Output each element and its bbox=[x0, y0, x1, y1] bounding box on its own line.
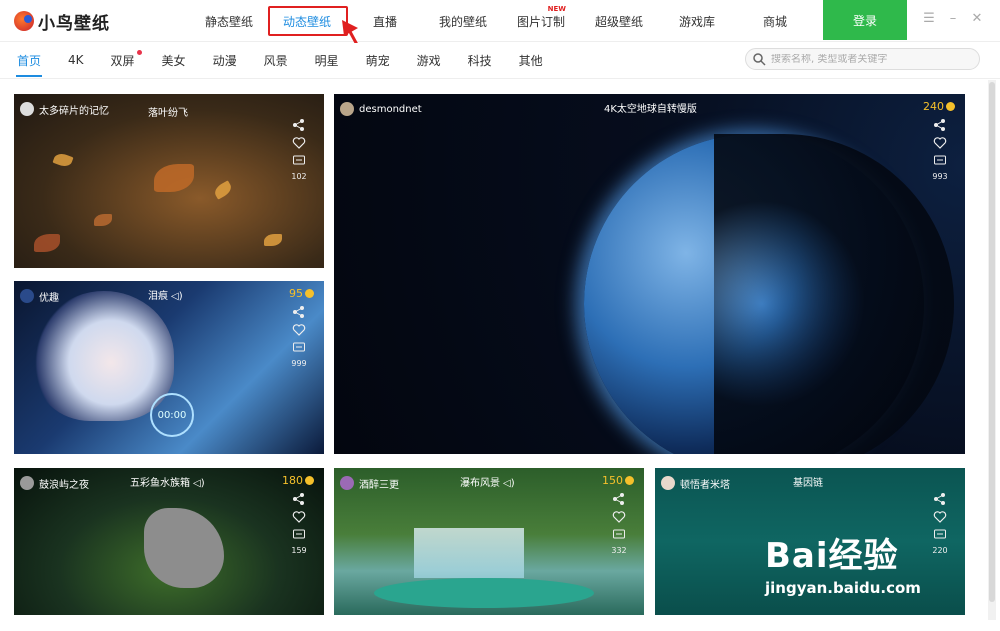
nav-item-custom-picture[interactable]: NEW 图片订制 bbox=[502, 0, 580, 42]
new-badge: NEW bbox=[547, 5, 566, 13]
comment-count: 993 bbox=[932, 172, 948, 181]
search-icon[interactable] bbox=[752, 52, 766, 66]
tab-beauty[interactable]: 美女 bbox=[151, 43, 197, 77]
bird-logo-icon bbox=[14, 11, 34, 31]
minimize-icon[interactable]: – bbox=[946, 12, 960, 26]
watermark-logo: Bai经验 bbox=[765, 536, 899, 576]
share-icon[interactable] bbox=[292, 305, 306, 319]
heart-icon[interactable] bbox=[933, 136, 947, 150]
avatar bbox=[661, 476, 675, 490]
sound-icon[interactable]: ◁) bbox=[171, 291, 183, 302]
tab-pets[interactable]: 萌宠 bbox=[355, 43, 401, 77]
card-title: 4K太空地球自转慢版 bbox=[604, 104, 697, 115]
watermark-url: jingyan.baidu.com bbox=[765, 579, 921, 597]
nav-item-game-library[interactable]: 游戏库 bbox=[658, 0, 736, 42]
card-title: 落叶纷飞 bbox=[148, 108, 188, 119]
avatar bbox=[20, 289, 34, 303]
tab-anime[interactable]: 动漫 bbox=[202, 43, 248, 77]
avatar bbox=[340, 102, 354, 116]
share-icon[interactable] bbox=[933, 118, 947, 132]
comment-count: 999 bbox=[291, 359, 307, 368]
comment-icon[interactable] bbox=[292, 528, 306, 542]
heart-icon[interactable] bbox=[292, 136, 306, 150]
category-tabs: 首页 4K 双屏 美女 动漫 风景 明星 萌宠 游戏 科技 其他 bbox=[6, 43, 559, 77]
nav-item-shop[interactable]: 商城 bbox=[736, 0, 814, 42]
search-box bbox=[745, 48, 980, 70]
coin-icon bbox=[305, 289, 314, 298]
comment-icon[interactable] bbox=[292, 341, 306, 355]
comment-icon[interactable] bbox=[612, 528, 626, 542]
wallpaper-card[interactable]: 鼓浪屿之夜 五彩鱼水族箱 ◁) 180 159 bbox=[14, 468, 324, 615]
scrollbar-thumb[interactable] bbox=[989, 82, 995, 602]
tab-tech[interactable]: 科技 bbox=[457, 43, 503, 77]
coin-price: 150 bbox=[602, 474, 634, 487]
avatar bbox=[20, 476, 34, 490]
share-icon[interactable] bbox=[292, 118, 306, 132]
app-logo[interactable]: 小鸟壁纸 bbox=[14, 10, 110, 34]
heart-icon[interactable] bbox=[612, 510, 626, 524]
waterfall-image bbox=[414, 528, 524, 578]
tab-scenery[interactable]: 风景 bbox=[253, 43, 299, 77]
top-bar: 小鸟壁纸 静态壁纸 动态壁纸 直播 我的壁纸 NEW 图片订制 超级壁纸 游戏库 … bbox=[0, 0, 1000, 42]
baidu-watermark: Bai经验 jingyan.baidu.com bbox=[765, 528, 965, 612]
tab-games[interactable]: 游戏 bbox=[406, 43, 452, 77]
new-dot bbox=[136, 50, 142, 55]
wallpaper-card[interactable]: 酒醉三更 瀑布风景 ◁) 150 332 bbox=[334, 468, 644, 615]
share-icon[interactable] bbox=[292, 492, 306, 506]
card-title: 基因链 bbox=[793, 478, 823, 489]
coin-price: 95 bbox=[289, 287, 314, 300]
nav-item-static-wallpaper[interactable]: 静态壁纸 bbox=[190, 0, 268, 42]
rock-image bbox=[144, 508, 224, 588]
comment-count: 159 bbox=[291, 546, 307, 555]
timer-overlay: 00:00 bbox=[150, 393, 194, 437]
comment-icon[interactable] bbox=[933, 154, 947, 168]
card-author: 顿悟者米塔 bbox=[680, 479, 730, 491]
heart-icon[interactable] bbox=[292, 510, 306, 524]
wallpaper-card[interactable]: desmondnet 4K太空地球自转慢版 240 993 bbox=[334, 94, 965, 454]
wallpaper-card[interactable]: 太多碎片的记忆 落叶纷飞 102 bbox=[14, 94, 324, 268]
card-title: 五彩鱼水族箱 bbox=[130, 478, 190, 489]
card-title: 瀑布风景 bbox=[460, 478, 500, 489]
share-icon[interactable] bbox=[933, 492, 947, 506]
close-icon[interactable]: ✕ bbox=[970, 12, 984, 26]
coin-icon bbox=[946, 102, 955, 111]
wallpaper-card[interactable]: 00:00 优趣 泪痕 ◁) 95 999 bbox=[14, 281, 324, 454]
comment-count: 332 bbox=[611, 546, 627, 555]
menu-icon[interactable]: ☰ bbox=[922, 12, 936, 26]
search-input[interactable] bbox=[771, 53, 971, 65]
avatar bbox=[20, 102, 34, 116]
nav-item-live-wallpaper[interactable]: 动态壁纸 bbox=[268, 0, 348, 42]
app-logo-text: 小鸟壁纸 bbox=[38, 13, 110, 34]
comment-icon[interactable] bbox=[292, 154, 306, 168]
main-nav: 静态壁纸 动态壁纸 直播 我的壁纸 NEW 图片订制 超级壁纸 游戏库 商城 bbox=[190, 0, 814, 42]
heart-icon[interactable] bbox=[292, 323, 306, 337]
nav-item-my-wallpaper[interactable]: 我的壁纸 bbox=[424, 0, 502, 42]
card-title: 泪痕 bbox=[148, 291, 168, 302]
tab-4k[interactable]: 4K bbox=[57, 43, 95, 77]
login-button[interactable]: 登录 bbox=[823, 0, 907, 40]
scrollbar[interactable] bbox=[988, 80, 996, 620]
coin-price: 240 bbox=[923, 100, 955, 113]
heart-icon[interactable] bbox=[933, 510, 947, 524]
tab-home[interactable]: 首页 bbox=[6, 43, 52, 77]
avatar bbox=[340, 476, 354, 490]
card-author: 太多碎片的记忆 bbox=[39, 105, 109, 117]
tab-other[interactable]: 其他 bbox=[508, 43, 554, 77]
nav-item-super-wallpaper[interactable]: 超级壁纸 bbox=[580, 0, 658, 42]
card-author: 鼓浪屿之夜 bbox=[39, 479, 89, 491]
coin-icon bbox=[305, 476, 314, 485]
tab-dual-screen[interactable]: 双屏 bbox=[100, 43, 146, 77]
comment-count: 102 bbox=[291, 172, 307, 181]
coin-price: 180 bbox=[282, 474, 314, 487]
highlight-box bbox=[268, 6, 348, 36]
coin-icon bbox=[625, 476, 634, 485]
card-author: 酒醉三更 bbox=[359, 479, 399, 491]
sound-icon[interactable]: ◁) bbox=[193, 478, 205, 489]
tab-stars[interactable]: 明星 bbox=[304, 43, 350, 77]
card-author: desmondnet bbox=[359, 103, 422, 115]
card-author: 优趣 bbox=[39, 292, 59, 304]
share-icon[interactable] bbox=[612, 492, 626, 506]
sound-icon[interactable]: ◁) bbox=[503, 478, 515, 489]
